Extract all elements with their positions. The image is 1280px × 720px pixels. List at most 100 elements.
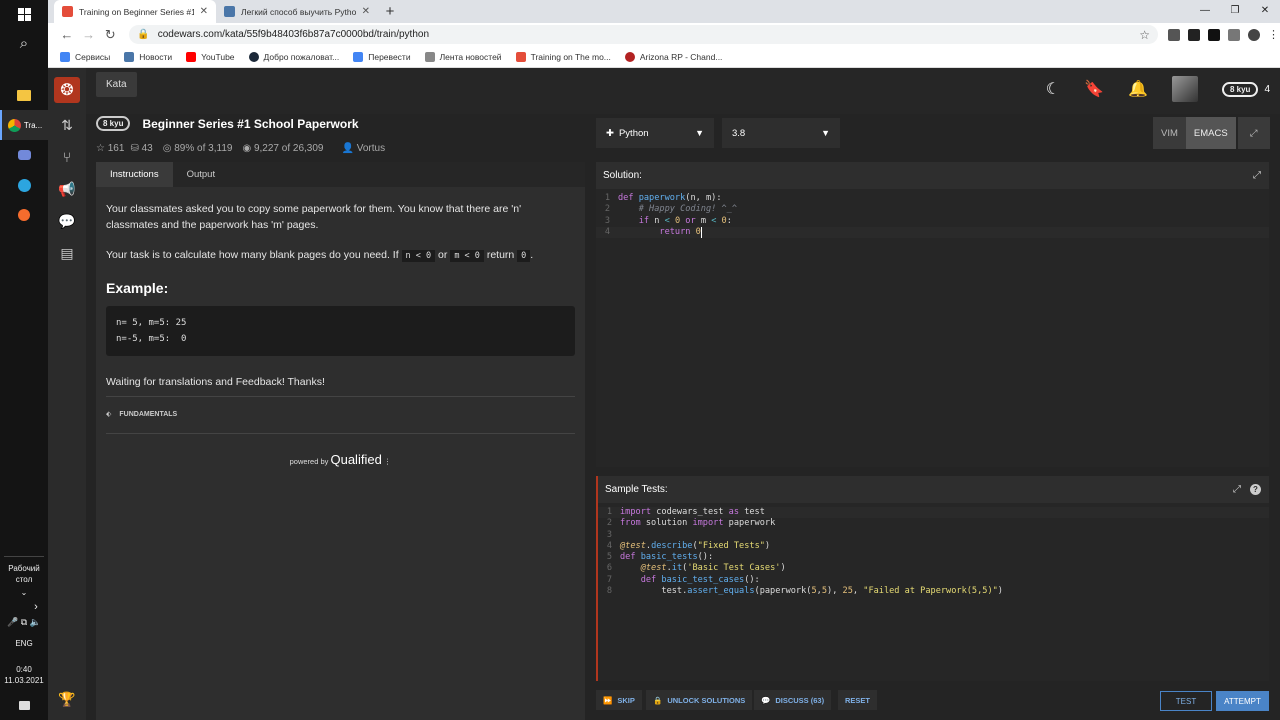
tag-fundamentals[interactable]: ⬖ FUNDAMENTALS [106,407,575,423]
training-icon[interactable]: ⇅ [56,115,78,135]
bookmark-item[interactable]: Перевести [353,51,411,62]
windows-start-button[interactable] [0,0,48,28]
author-link[interactable]: 👤 Vortus [341,143,385,154]
extension-icon[interactable] [1207,28,1220,41]
menu-icon[interactable]: ⋮ [1268,29,1280,41]
origin-taskbar-button[interactable] [0,200,48,230]
solution-code[interactable]: 1 def paperwork (n, m): 2 # Happy Coding! … [596,189,1269,239]
qualified-logo: Qualified [330,452,382,467]
bookmark-item[interactable]: Добро пожаловат... [248,51,339,62]
user-rank-badge: 8 kyu [1221,81,1259,97]
reload-icon[interactable]: ↻ [100,27,122,43]
avatar[interactable] [1171,76,1198,102]
back-icon[interactable]: ← [56,27,78,42]
chrome-taskbar-button[interactable]: Tra... [0,110,48,140]
kata-header: 8 kyu Beginner Series #1 School Paperwor… [96,116,636,160]
browser-tab-vk[interactable]: Легкий способ выучить Python ✕ [216,0,378,23]
kata-stats: ☆ 161 ⛁ 43 ◎ 89% of 3,119 ◉ 9,227 of 26,… [96,143,636,154]
tab-instructions[interactable]: Instructions [96,162,173,187]
tab-output[interactable]: Output [173,162,230,187]
bookmark-item[interactable]: Лента новостей [424,51,502,62]
inline-code: n < 0 [401,250,436,262]
bell-icon[interactable]: 🔔 [1128,79,1148,99]
fast-forward-icon: ⏩ [603,695,613,705]
extension-icon[interactable] [1187,28,1200,41]
bookmark-icon[interactable]: 🔖 [1084,79,1104,99]
tray-icons[interactable]: 🎤 ⧉ 🔈 [7,617,41,628]
collections-stat[interactable]: ⛁ 43 [130,143,152,154]
fullscreen-icon[interactable]: ⤢ [1237,117,1270,149]
stars-stat[interactable]: ☆ 161 [96,143,124,154]
bookmark-item[interactable]: Новости [124,51,172,62]
maximize-icon[interactable]: ❐ [1220,0,1250,20]
chat-icon[interactable]: 💬 [56,211,78,231]
profile-avatar[interactable] [1247,28,1260,41]
vim-mode-button[interactable]: VIM [1153,117,1186,149]
translate-icon [353,51,364,62]
bookmark-item[interactable]: Arizona RP - Chand... [624,51,722,62]
description-paragraph-2: Your task is to calculate how many blank… [106,249,534,262]
megaphone-icon[interactable]: 📢 [56,179,78,199]
target-icon: ◉ [242,143,252,154]
discuss-button[interactable]: 💬 DISCUSS (63) [754,690,832,710]
trophy-icon[interactable]: 🏆 [58,691,75,708]
bookmark-star-icon[interactable]: ☆ [1139,28,1150,42]
clock-time[interactable]: 0:40 [16,664,32,675]
browser-chrome: Training on Beginner Series #1 Sc ✕ Легк… [48,0,1280,68]
chevron-down-icon[interactable]: ⌄ [21,587,28,598]
emacs-mode-button[interactable]: EMACS [1185,117,1236,149]
docs-icon[interactable]: ▤ [56,243,78,263]
star-icon: ☆ [96,143,105,154]
close-icon[interactable]: ✕ [362,6,370,17]
help-icon[interactable]: ? [1250,484,1261,495]
clock-date[interactable]: 11.03.2021 [4,675,43,686]
divider [106,433,575,434]
notification-icon [18,700,30,710]
kata-rank-badge: 8 kyu [96,116,131,131]
kata-title: Beginner Series #1 School Paperwork [142,116,359,131]
telegram-taskbar-button[interactable] [0,170,48,200]
test-button[interactable]: TEST [1160,691,1212,711]
reset-button[interactable]: RESET [838,690,878,710]
forward-icon[interactable]: → [78,27,100,42]
bookmark-item[interactable]: Сервисы [60,51,110,62]
version-select[interactable]: 3.8 ▼ [722,118,840,148]
tab-title: Легкий способ выучить Python [241,6,356,17]
search-button[interactable]: ⌕ [0,28,48,58]
bookmark-item[interactable]: YouTube [186,51,235,62]
tests-code[interactable]: 1 import codewars_test as test 2 from solu… [598,503,1269,597]
extension-icon[interactable] [1167,28,1180,41]
moon-icon[interactable]: ☾ [1046,79,1060,99]
honor-count: 4 [1264,83,1270,95]
new-tab-button[interactable]: + [378,0,402,23]
bookmark-item[interactable]: Training on The mo... [515,51,611,62]
unlock-solutions-button[interactable]: 🔒 UNLOCK SOLUTIONS [646,690,753,710]
tab-title: Training on Beginner Series #1 Sc [79,6,194,17]
vk-icon [124,51,135,62]
address-bar[interactable]: 🔒 codewars.com/kata/55f9b48403f6b87a7c00… [129,25,1158,44]
close-window-icon[interactable]: ✕ [1250,0,1280,20]
powered-by-qualified[interactable]: powered by Qualified ⋮ [106,452,575,470]
skip-button[interactable]: ⏩ SKIP [596,690,642,710]
codewars-logo-icon[interactable]: ❂ [54,77,80,103]
file-explorer-button[interactable] [0,80,48,110]
expand-icon[interactable]: ⤢ [1233,484,1241,495]
discord-taskbar-button[interactable] [0,140,48,170]
notifications-button[interactable] [0,690,48,720]
language-select[interactable]: ✚ Python ▼ [596,118,714,148]
puzzle-icon[interactable] [1227,28,1240,41]
expand-icon[interactable]: ⤢ [1253,170,1261,181]
minimize-icon[interactable]: — [1190,0,1220,20]
hierarchy-icon[interactable]: ⑂ [56,147,78,167]
close-icon[interactable]: ✕ [200,6,208,17]
solution-editor: Solution: ⤢ 1 def paperwork (n, m): 2 # Ha… [596,162,1269,467]
kata-nav-button[interactable]: Kata [96,72,137,97]
language-indicator[interactable]: ENG [15,638,32,649]
example-heading: Example: [106,280,169,296]
address-row: ← → ↻ 🔒 codewars.com/kata/55f9b48403f6b8… [48,23,1280,46]
sample-tests-editor: Sample Tests: ⤢ ? 1 import codewars_test … [596,476,1269,681]
browser-tab-codewars[interactable]: Training on Beginner Series #1 Sc ✕ [54,0,216,23]
chevron-right-icon[interactable]: › [34,602,38,613]
attempt-button[interactable]: ATTEMPT [1216,691,1269,711]
system-tray: Рабочий стол ⌄ › 🎤 ⧉ 🔈 ENG 0:40 11.03.20… [0,556,48,720]
